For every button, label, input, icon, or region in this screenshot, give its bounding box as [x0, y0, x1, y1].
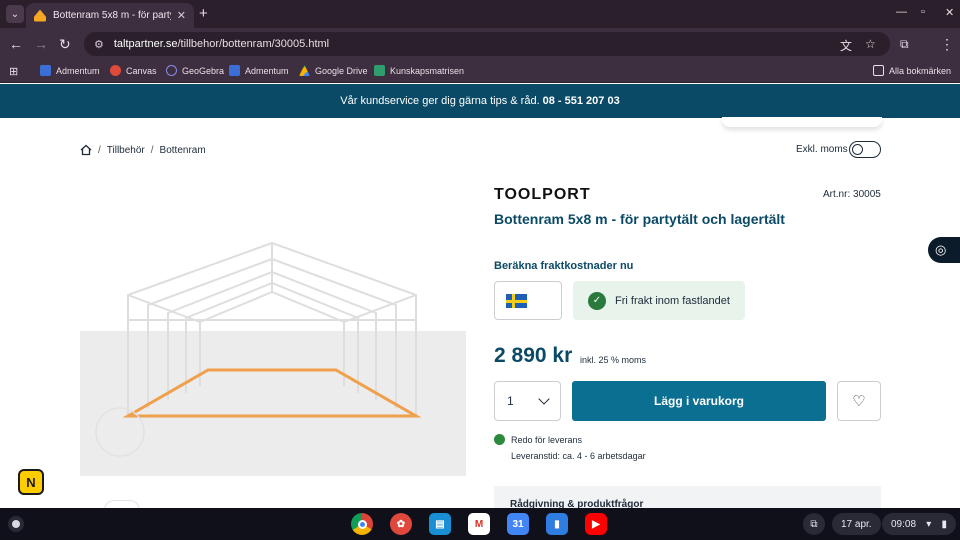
vat-toggle[interactable]: [849, 141, 881, 158]
address-bar[interactable]: ⚙ taltpartner.se/tillbehor/bottenram/300…: [84, 32, 890, 56]
bookmark-kunskapsmatrisen[interactable]: Kunskapsmatrisen: [374, 65, 464, 76]
in-stock-dot-icon: [494, 434, 505, 445]
widget-icon: ◎: [935, 242, 947, 257]
site-favicon-icon: [34, 9, 46, 22]
translate-icon[interactable]: 文: [840, 37, 852, 54]
quantity-value: 1: [507, 394, 514, 408]
url-text[interactable]: taltpartner.se/tillbehor/bottenram/30005…: [114, 38, 329, 50]
shipping-heading: Beräkna fraktkostnader nu: [494, 260, 634, 272]
floating-card: [722, 117, 882, 127]
files-app-icon[interactable]: ▮: [546, 513, 568, 535]
check-icon: ✓: [588, 291, 606, 310]
free-shipping-notice: ✓ Fri frakt inom fastlandet: [573, 281, 745, 320]
bookmarks-bar: ⊞ Admentum Canvas GeoGebra Admentum Goog…: [0, 60, 960, 83]
bookmark-admentum[interactable]: Admentum: [40, 65, 100, 76]
tab-strip: ⌄ Bottenram 5x8 m - för partytält ✕ + ― …: [0, 0, 960, 28]
browser-toolbar: ← → ↻ ⚙ taltpartner.se/tillbehor/bottenr…: [0, 28, 960, 60]
admentum-icon: [40, 65, 51, 76]
geogebra-icon: [166, 65, 177, 76]
bookmark-canvas[interactable]: Canvas: [110, 65, 157, 76]
star-icon[interactable]: ☆: [865, 37, 876, 51]
youtube-app-icon[interactable]: ▶: [585, 513, 607, 535]
quantity-select[interactable]: 1: [494, 381, 561, 421]
classroom-app-icon[interactable]: ▤: [429, 513, 451, 535]
battery-icon: ▮: [941, 518, 947, 530]
product-title: Bottenram 5x8 m - för partytält och lage…: [494, 211, 785, 227]
free-shipping-text: Fri frakt inom fastlandet: [615, 294, 730, 307]
paint-app-icon[interactable]: ✿: [390, 513, 412, 535]
os-shelf: ✿ ▤ M 31 ▮ ▶ ⧉ 17 apr. 09:08 ▾ ▮: [0, 508, 960, 540]
country-selector[interactable]: [494, 281, 562, 320]
helper-extension-icon[interactable]: N: [18, 469, 44, 495]
lead-time: Leveranstid: ca. 4 - 6 arbetsdagar: [511, 451, 646, 461]
chevron-down-icon: [538, 393, 550, 405]
close-window-icon[interactable]: ✕: [945, 6, 954, 19]
extensions-icon[interactable]: ⧉: [900, 36, 909, 52]
banner-phone[interactable]: 08 - 551 207 03: [543, 95, 620, 107]
price: 2 890 kr: [494, 344, 573, 367]
stock-status-text: Redo för leverans: [511, 434, 583, 445]
breadcrumb-separator: /: [150, 144, 154, 156]
google-drive-icon: [299, 65, 310, 76]
reload-icon[interactable]: ↻: [59, 36, 71, 52]
admentum-icon: [229, 65, 240, 76]
new-tab-icon[interactable]: +: [199, 5, 208, 23]
calendar-app-icon[interactable]: 31: [507, 513, 529, 535]
bookmark-geogebra[interactable]: GeoGebra: [166, 65, 224, 76]
heart-icon: ♡: [852, 393, 866, 410]
stock-status: Redo för leverans: [494, 434, 582, 445]
customer-service-banner: Vår kundservice ger dig gärna tips & råd…: [0, 84, 960, 118]
wifi-icon: ▾: [926, 518, 932, 530]
product-image[interactable]: [80, 180, 466, 476]
vat-toggle-label: Exkl. moms: [796, 144, 848, 155]
clock-time: 09:08: [891, 518, 917, 530]
launcher-icon[interactable]: [8, 516, 24, 532]
advice-heading: Rådgivning & produktfrågor: [510, 499, 644, 508]
brand-logo: TOOLPORT: [494, 186, 591, 203]
bookmark-google-drive[interactable]: Google Drive: [299, 65, 368, 76]
wishlist-button[interactable]: ♡: [837, 381, 881, 421]
apps-icon[interactable]: ⊞: [9, 65, 18, 78]
add-to-cart-button[interactable]: Lägg i varukorg: [572, 381, 826, 421]
tab-search-icon[interactable]: ⌄: [6, 5, 24, 23]
screen-capture-icon[interactable]: ⧉: [803, 513, 825, 535]
price-vat-note: inkl. 25 % moms: [580, 355, 647, 365]
site-info-icon[interactable]: ⚙: [94, 38, 104, 51]
kunskapsmatrisen-icon: [374, 65, 385, 76]
back-icon[interactable]: ←: [9, 36, 23, 52]
breadcrumb: / Tillbehör / Bottenram: [80, 144, 206, 156]
tab-title: Bottenram 5x8 m - för partytält: [53, 10, 171, 21]
browser-tab[interactable]: Bottenram 5x8 m - för partytält ✕: [26, 3, 194, 28]
canvas-icon: [110, 65, 121, 76]
forward-icon[interactable]: →: [34, 36, 48, 52]
sweden-flag-icon: [506, 294, 527, 308]
breadcrumb-bottenram[interactable]: Bottenram: [160, 145, 206, 156]
minimize-icon[interactable]: ―: [896, 6, 907, 18]
breadcrumb-separator: /: [98, 144, 101, 156]
all-bookmarks[interactable]: Alla bokmärken: [873, 65, 951, 76]
gmail-app-icon[interactable]: M: [468, 513, 490, 535]
chrome-app-icon[interactable]: [351, 513, 373, 535]
advice-accordion[interactable]: Rådgivning & produktfrågor: [494, 486, 881, 508]
side-widget-button[interactable]: ◎: [928, 237, 960, 263]
home-icon[interactable]: [80, 144, 92, 156]
close-tab-icon[interactable]: ✕: [177, 9, 186, 22]
article-number: Art.nr: 30005: [823, 189, 881, 200]
banner-text: Vår kundservice ger dig gärna tips & råd…: [340, 95, 540, 107]
toggle-knob: [852, 143, 863, 155]
bookmark-admentum-2[interactable]: Admentum: [229, 65, 289, 76]
breadcrumb-tillbehor[interactable]: Tillbehör: [107, 145, 145, 156]
status-tray[interactable]: 09:08 ▾ ▮: [882, 513, 956, 535]
menu-icon[interactable]: ⋮: [940, 36, 954, 52]
date-display[interactable]: 17 apr.: [832, 513, 881, 535]
folder-icon: [873, 65, 884, 76]
maximize-icon[interactable]: ▫: [921, 6, 925, 18]
